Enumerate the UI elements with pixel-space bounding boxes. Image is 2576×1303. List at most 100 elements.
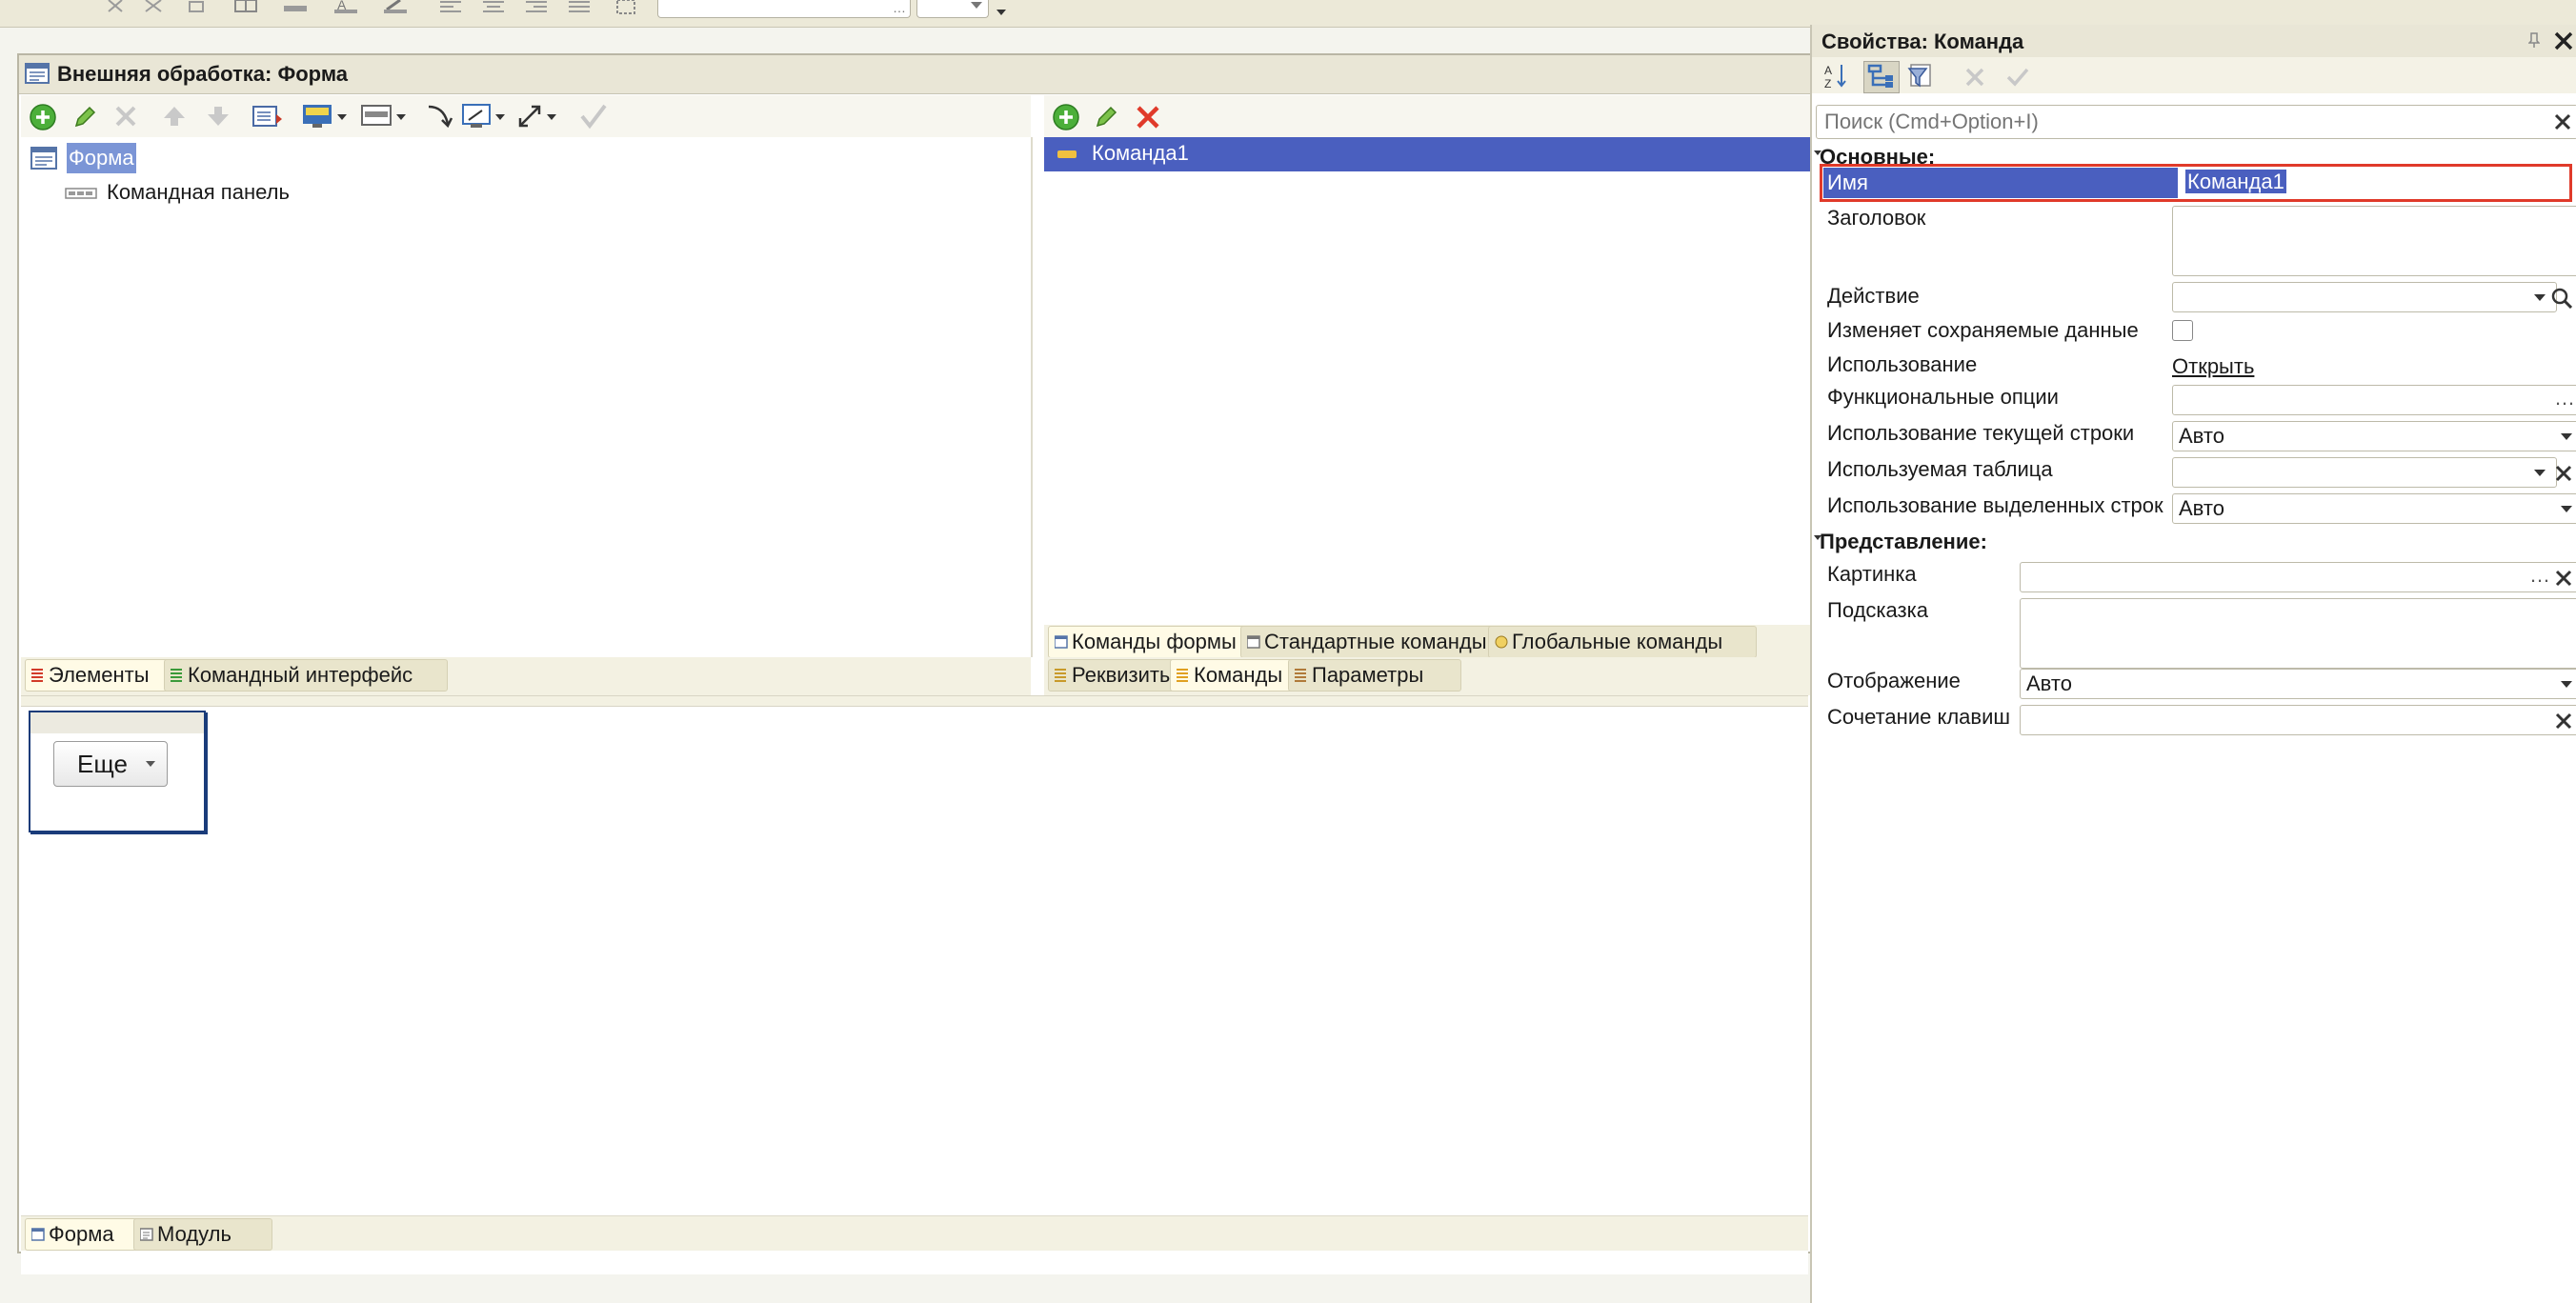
align-justify-icon[interactable] [567,0,592,13]
current-row-value: Авто [2179,424,2224,448]
search-input[interactable] [1822,108,2531,136]
global-commands-icon [1495,635,1508,649]
tab-parameters[interactable]: Параметры [1288,659,1461,692]
modifies-data-label: Изменяет сохраняемые данные [1827,318,2139,342]
modifies-data-checkbox[interactable] [2172,320,2193,341]
search-icon[interactable] [2551,288,2572,309]
form-data-tabs: Реквизиты Команды Параметры [1044,657,1810,695]
chevron-down-icon[interactable] [2554,672,2576,696]
command-icon [1057,150,1077,158]
tab-form-commands[interactable]: Команды формы [1048,626,1261,658]
more-button[interactable]: Еще [53,741,168,787]
main-toolbar: A … [0,0,2576,28]
splitter[interactable] [21,695,1808,707]
apply-icon[interactable] [2006,67,2029,88]
tab-module[interactable]: Модуль [133,1218,272,1251]
ellipsis-icon[interactable]: … [2554,384,2575,412]
form-tab-icon [31,1228,45,1241]
delete-icon[interactable] [114,105,137,128]
title-field[interactable] [2172,206,2576,276]
picture-field[interactable]: … [2020,562,2576,592]
edit-icon[interactable] [1094,105,1118,130]
table-icon[interactable] [233,0,258,13]
tab-standard-commands[interactable]: Стандартные команды [1240,626,1509,658]
ellipsis-icon[interactable]: … [2529,561,2550,590]
add-icon[interactable] [1052,103,1080,131]
tab-global-commands[interactable]: Глобальные команды [1488,626,1757,658]
chevron-down-icon [146,761,155,767]
collapse-icon[interactable] [1814,533,1821,541]
sort-alphabetical-icon[interactable]: AZ [1823,63,1848,90]
font-size-field[interactable] [916,0,989,18]
properties-search[interactable] [1816,105,2576,139]
preview-icon[interactable] [461,103,509,130]
collapse-icon[interactable] [1814,149,1821,156]
add-icon[interactable] [29,103,57,131]
command-bar-preview[interactable]: Еще [29,711,206,832]
font-name-field[interactable]: … [657,0,911,18]
selected-rows-value: Авто [2179,496,2224,520]
categorized-icon[interactable] [1863,61,1900,93]
font-color-icon[interactable]: A [332,0,360,13]
edit-icon[interactable] [72,105,97,130]
name-field[interactable]: Команда1 [2180,168,2566,198]
format-icon[interactable] [614,0,639,15]
functional-options-field[interactable]: … [2172,385,2576,415]
selected-rows-select[interactable]: Авто [2172,493,2576,524]
section-view-header[interactable]: Представление: [1814,530,1987,554]
move-icon[interactable] [425,103,453,130]
display-select[interactable]: Авто [2020,669,2576,699]
shortcut-field[interactable] [2020,705,2576,735]
close-icon[interactable] [2553,30,2574,51]
tooltip-field[interactable] [2020,598,2576,669]
clear-icon[interactable] [2555,712,2572,730]
tab-command-interface[interactable]: Командный интерфейс [164,659,448,692]
svg-text:Z: Z [1824,77,1831,90]
current-row-select[interactable]: Авто [2172,421,2576,451]
asterisk-icon[interactable] [105,0,126,13]
cut-icon[interactable] [143,0,164,13]
clear-icon[interactable] [2555,465,2572,482]
ellipsis-icon[interactable]: … [893,0,906,15]
usage-label: Использование [1827,352,1978,376]
expand-icon[interactable] [516,103,564,130]
command-name: Команда1 [1092,141,1189,165]
fill-icon[interactable] [281,0,310,13]
action-field[interactable] [2172,282,2557,312]
toolbar-more-icon[interactable] [996,10,1006,15]
delete-icon[interactable] [1136,105,1160,130]
arrow-down-icon[interactable] [206,105,231,128]
chevron-down-icon[interactable] [2554,496,2576,521]
filter-icon[interactable] [1907,63,1936,90]
display-icon[interactable] [301,103,349,130]
tab-elements[interactable]: Элементы [25,659,187,692]
align-left-icon[interactable] [438,0,463,13]
form-list-icon[interactable] [252,105,284,130]
chevron-down-icon[interactable] [971,2,982,10]
title-label: Заголовок [1827,206,1926,230]
chevron-down-icon[interactable] [2554,424,2576,449]
group-icon[interactable] [360,103,408,130]
border-color-icon[interactable] [381,0,410,13]
name-label: Имя [1827,170,1868,194]
check-icon[interactable] [579,103,608,130]
arrow-up-icon[interactable] [162,105,187,128]
usage-link[interactable]: Открыть [2172,354,2254,379]
chevron-down-icon[interactable] [2527,285,2552,310]
list-item[interactable]: Команда1 [1044,137,1810,171]
tab-form[interactable]: Форма [25,1218,145,1251]
tab-elements-label: Элементы [49,663,150,687]
align-right-icon[interactable] [524,0,549,13]
paste-icon[interactable] [186,0,207,13]
align-center-icon[interactable] [481,0,506,13]
form-editor-window: Внешняя обработка: Форма Форма Командная… [17,53,1812,1274]
elements-tabs: Элементы Командный интерфейс [21,657,1031,695]
clear-icon[interactable] [2555,570,2572,587]
pin-icon[interactable] [2528,32,2540,48]
tab-commands-label: Команды [1194,663,1283,687]
form-preview: Еще [21,707,1808,1274]
clear-search-icon[interactable] [2554,113,2571,130]
used-table-field[interactable] [2172,457,2557,488]
cancel-icon[interactable] [1964,67,1985,88]
chevron-down-icon[interactable] [2527,460,2552,485]
